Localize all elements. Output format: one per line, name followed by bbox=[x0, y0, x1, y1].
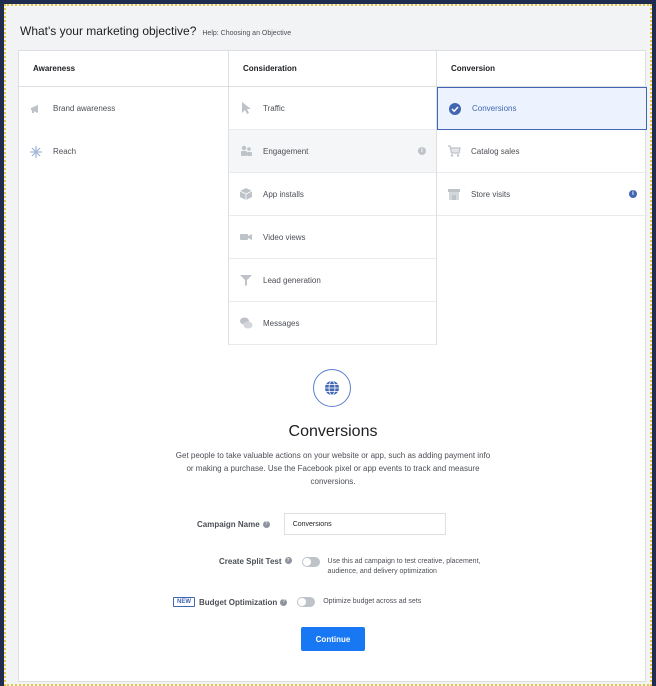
check-circle-icon bbox=[448, 102, 462, 116]
megaphone-icon bbox=[29, 102, 43, 116]
chat-bubbles-icon bbox=[239, 316, 253, 330]
column-conversion: Conversion Conversions Catalog sales Sto… bbox=[437, 51, 647, 216]
column-header-consideration: Consideration bbox=[229, 51, 436, 87]
split-test-toggle[interactable] bbox=[301, 557, 320, 567]
objective-lead-generation[interactable]: Lead generation bbox=[229, 259, 436, 302]
objective-label: App installs bbox=[263, 189, 304, 199]
budget-optimization-label: Budget Optimization bbox=[199, 597, 278, 607]
objective-messages[interactable]: Messages bbox=[229, 302, 436, 345]
store-icon bbox=[447, 187, 461, 201]
campaign-name-input[interactable] bbox=[283, 513, 446, 535]
objective-label: Brand awareness bbox=[53, 104, 116, 113]
objective-label: Video views bbox=[263, 232, 306, 242]
objective-engagement[interactable]: Engagement i bbox=[229, 130, 436, 173]
cursor-icon bbox=[239, 101, 253, 115]
objective-question: What's your marketing objective? bbox=[20, 24, 197, 38]
video-camera-icon bbox=[239, 230, 253, 244]
info-icon[interactable]: i bbox=[629, 190, 637, 198]
objective-label: Store visits bbox=[471, 189, 511, 199]
objective-label: Lead generation bbox=[263, 275, 321, 285]
info-icon[interactable]: i bbox=[418, 147, 426, 155]
objective-label: Reach bbox=[53, 147, 77, 156]
split-test-row: Create Split Test ? Use this ad campaign… bbox=[219, 557, 488, 577]
people-icon bbox=[239, 144, 253, 158]
campaign-name-row: Campaign Name ? bbox=[197, 513, 446, 535]
question-icon[interactable]: ? bbox=[280, 598, 288, 606]
reach-icon bbox=[29, 145, 43, 159]
budget-optimization-description: Optimize budget across ad sets bbox=[323, 598, 422, 605]
cart-icon bbox=[447, 144, 461, 158]
column-consideration: Consideration Traffic Engagement i App i… bbox=[228, 51, 437, 345]
objective-app-installs[interactable]: App installs bbox=[229, 173, 436, 216]
funnel-icon bbox=[239, 273, 253, 287]
objective-label: Conversions bbox=[472, 104, 517, 113]
objective-panel: Awareness Brand awareness Reach Consider… bbox=[18, 50, 647, 682]
objective-brand-awareness[interactable]: Brand awareness bbox=[19, 87, 228, 130]
detail-description: Get people to take valuable actions on y… bbox=[175, 451, 491, 486]
detail-title: Conversions bbox=[288, 423, 378, 440]
column-awareness: Awareness Brand awareness Reach bbox=[19, 51, 228, 173]
objective-video-views[interactable]: Video views bbox=[229, 216, 436, 259]
question-icon[interactable]: ? bbox=[284, 557, 292, 564]
objective-header: What's your marketing objective? Help: C… bbox=[20, 24, 291, 46]
objective-traffic[interactable]: Traffic bbox=[229, 87, 436, 130]
budget-optimization-row: NEW Budget Optimization ? Optimize budge… bbox=[173, 597, 421, 607]
globe-icon bbox=[313, 369, 351, 407]
objective-label: Messages bbox=[263, 318, 300, 328]
objective-conversions[interactable]: Conversions bbox=[437, 87, 647, 130]
split-test-label: Create Split Test bbox=[219, 557, 282, 566]
split-test-description: Use this ad campaign to test creative, p… bbox=[327, 558, 481, 575]
objective-columns: Awareness Brand awareness Reach Consider… bbox=[19, 51, 647, 345]
objective-label: Catalog sales bbox=[471, 146, 520, 156]
column-header-conversion: Conversion bbox=[437, 51, 647, 87]
objective-store-visits[interactable]: Store visits i bbox=[437, 173, 647, 216]
question-icon[interactable]: ? bbox=[262, 520, 270, 528]
new-badge: NEW bbox=[173, 597, 195, 607]
objective-reach[interactable]: Reach bbox=[19, 130, 228, 173]
campaign-name-label: Campaign Name bbox=[197, 519, 260, 529]
objective-label: Engagement bbox=[263, 146, 309, 156]
budget-optimization-toggle[interactable] bbox=[297, 597, 316, 607]
objective-label: Traffic bbox=[263, 103, 285, 113]
objective-catalog-sales[interactable]: Catalog sales bbox=[437, 130, 647, 173]
column-header-awareness: Awareness bbox=[19, 51, 228, 87]
continue-button[interactable]: Continue bbox=[301, 627, 365, 651]
help-link[interactable]: Help: Choosing an Objective bbox=[202, 30, 291, 37]
box-icon bbox=[239, 187, 253, 201]
